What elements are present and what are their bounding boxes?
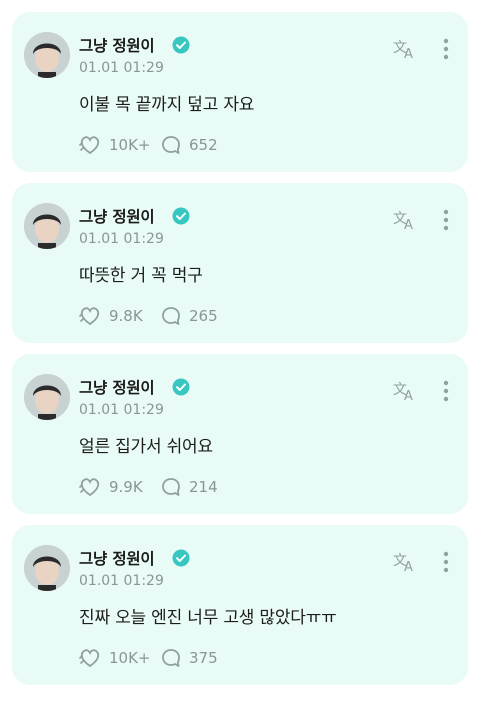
comment-icon [162, 307, 180, 325]
avatar[interactable] [24, 203, 70, 249]
comment-count: 652 [189, 136, 218, 154]
like-count: 10K+ [109, 136, 151, 154]
svg-text:A: A [404, 218, 413, 231]
avatar[interactable] [24, 545, 70, 591]
post-text: 이불 목 끝까지 덮고 자요 [79, 95, 255, 115]
comment-button[interactable]: 265 [161, 304, 218, 328]
verified-badge-icon [172, 36, 190, 54]
verified-badge-icon [172, 549, 190, 567]
author-name: 그냥 정원이 [79, 550, 155, 568]
more-vertical-icon[interactable] [436, 36, 456, 62]
post-time: 01.01 01:29 [79, 60, 164, 76]
post-card[interactable]: 그냥 정원이 01.01 01:29 文 A 얼른 집가서 쉬어요 9.9K 2… [12, 354, 468, 514]
comment-count: 375 [189, 649, 218, 667]
post-card[interactable]: 그냥 정원이 01.01 01:29 文 A 진짜 오늘 엔진 너무 고생 많았… [12, 525, 468, 685]
heart-icon [79, 649, 100, 668]
like-button[interactable]: 9.8K [79, 304, 143, 328]
verified-badge-icon [172, 378, 190, 396]
author-name: 그냥 정원이 [79, 379, 155, 397]
svg-text:A: A [404, 560, 413, 573]
translate-icon[interactable]: 文 A [392, 209, 418, 231]
comment-icon [162, 478, 180, 496]
heart-icon [79, 307, 100, 326]
comment-icon [162, 649, 180, 667]
post-time: 01.01 01:29 [79, 573, 164, 589]
like-button[interactable]: 10K+ [79, 133, 151, 157]
verified-badge-icon [172, 207, 190, 225]
post-card[interactable]: 그냥 정원이 01.01 01:29 文 A 이불 목 끝까지 덮고 자요 10… [12, 12, 468, 172]
like-button[interactable]: 9.9K [79, 475, 143, 499]
translate-icon[interactable]: 文 A [392, 380, 418, 402]
post-time: 01.01 01:29 [79, 402, 164, 418]
heart-icon [79, 478, 100, 497]
post-text: 얼른 집가서 쉬어요 [79, 437, 213, 457]
author-name: 그냥 정원이 [79, 37, 155, 55]
like-count: 9.8K [109, 307, 143, 325]
svg-text:A: A [404, 47, 413, 60]
more-vertical-icon[interactable] [436, 207, 456, 233]
svg-text:A: A [404, 389, 413, 402]
like-count: 10K+ [109, 649, 151, 667]
comment-button[interactable]: 375 [161, 646, 218, 670]
post-text: 따뜻한 거 꼭 먹구 [79, 266, 203, 286]
comment-count: 214 [189, 478, 218, 496]
heart-icon [79, 136, 100, 155]
comment-button[interactable]: 214 [161, 475, 218, 499]
post-text: 진짜 오늘 엔진 너무 고생 많았다ㅠㅠ [79, 608, 337, 628]
translate-icon[interactable]: 文 A [392, 551, 418, 573]
translate-icon[interactable]: 文 A [392, 38, 418, 60]
avatar[interactable] [24, 32, 70, 78]
like-count: 9.9K [109, 478, 143, 496]
comment-icon [162, 136, 180, 154]
more-vertical-icon[interactable] [436, 549, 456, 575]
author-name: 그냥 정원이 [79, 208, 155, 226]
comment-button[interactable]: 652 [161, 133, 218, 157]
comment-count: 265 [189, 307, 218, 325]
like-button[interactable]: 10K+ [79, 646, 151, 670]
avatar[interactable] [24, 374, 70, 420]
post-card[interactable]: 그냥 정원이 01.01 01:29 文 A 따뜻한 거 꼭 먹구 9.8K 2… [12, 183, 468, 343]
more-vertical-icon[interactable] [436, 378, 456, 404]
post-time: 01.01 01:29 [79, 231, 164, 247]
